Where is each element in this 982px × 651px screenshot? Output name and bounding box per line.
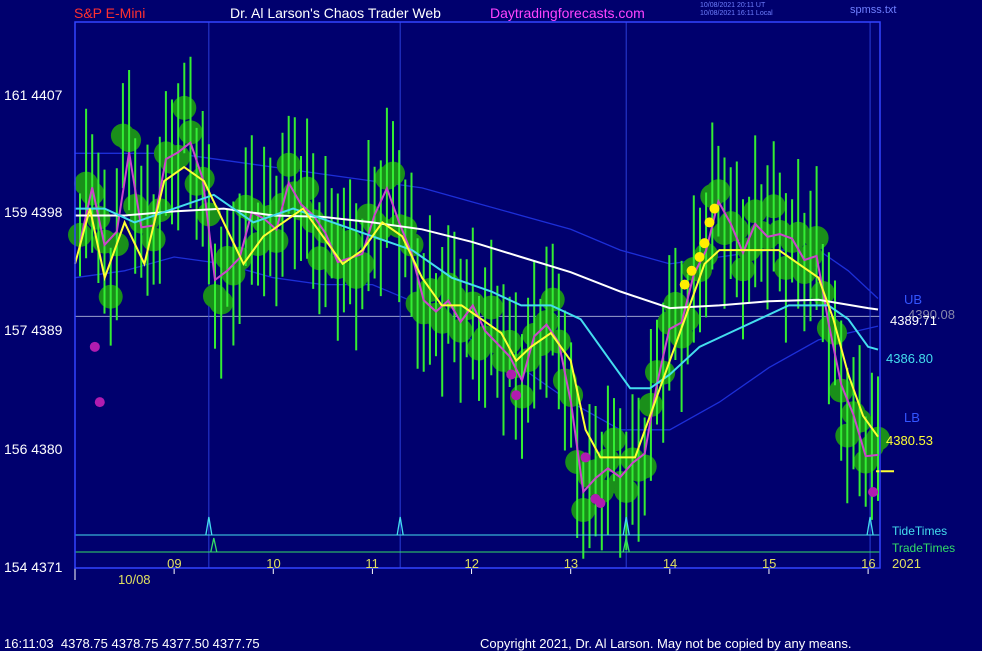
x-tick-label: 16 <box>861 556 876 571</box>
high-marker <box>699 238 710 249</box>
chart-title: Dr. Al Larson's Chaos Trader Web <box>230 5 441 21</box>
y-tick-label: 156 4380 <box>4 441 63 457</box>
low-marker <box>506 369 517 380</box>
slow-ma-value: 4386.80 <box>886 351 933 366</box>
timing-lines <box>75 516 880 553</box>
low-marker <box>595 498 606 509</box>
high-marker <box>679 279 690 290</box>
low-marker <box>89 341 100 352</box>
low-marker <box>580 452 591 463</box>
x-tick-label: 15 <box>761 556 777 571</box>
high-marker <box>709 203 720 214</box>
data-filename: spmss.txt <box>850 4 897 16</box>
high-marker <box>704 217 715 228</box>
x-tick-label: 10 <box>266 556 281 571</box>
long-ma-value: 4389.71 <box>890 313 937 328</box>
x-tick-label: 12 <box>464 556 480 571</box>
low-marker <box>868 486 879 497</box>
y-tick-label: 154 4371 <box>4 559 63 575</box>
tide-times-label: TideTimes <box>892 524 948 538</box>
site-link[interactable]: Daytradingforecasts.com <box>490 5 645 21</box>
high-marker <box>694 251 705 262</box>
x-tick-label: 13 <box>563 556 579 571</box>
y-tick-label: 159 4398 <box>4 204 63 220</box>
fast-ma-value: 4380.53 <box>886 433 933 448</box>
chart-canvas <box>68 21 894 580</box>
high-marker <box>686 265 697 276</box>
timestamp-local: 10/08/2021 16:11 Local <box>700 10 773 17</box>
year-label: 2021 <box>892 556 921 571</box>
x-tick-label: 14 <box>662 556 678 571</box>
y-tick-label: 157 4389 <box>4 322 63 338</box>
low-marker <box>94 397 105 408</box>
upper-band-label: UB <box>904 292 923 307</box>
symbol-title: S&P E-Mini <box>74 5 146 21</box>
lower-band-label: LB <box>904 410 920 425</box>
copyright: Copyright 2021, Dr. Al Larson. May not b… <box>480 636 852 651</box>
last-quote: 16:11:03 4378.75 4378.75 4377.50 4377.75 <box>4 636 260 651</box>
low-marker <box>511 390 522 401</box>
timestamp-ut: 10/08/2021 20:11 UT <box>700 2 766 9</box>
trade-time-spike <box>210 537 218 553</box>
date-label: 10/08 <box>118 572 151 587</box>
price-bubbles <box>68 56 890 559</box>
x-tick-label: 09 <box>167 556 182 571</box>
y-tick-label: 161 4407 <box>4 87 63 103</box>
trade-times-label: TradeTimes <box>892 541 956 555</box>
x-tick-label: 11 <box>365 556 379 571</box>
